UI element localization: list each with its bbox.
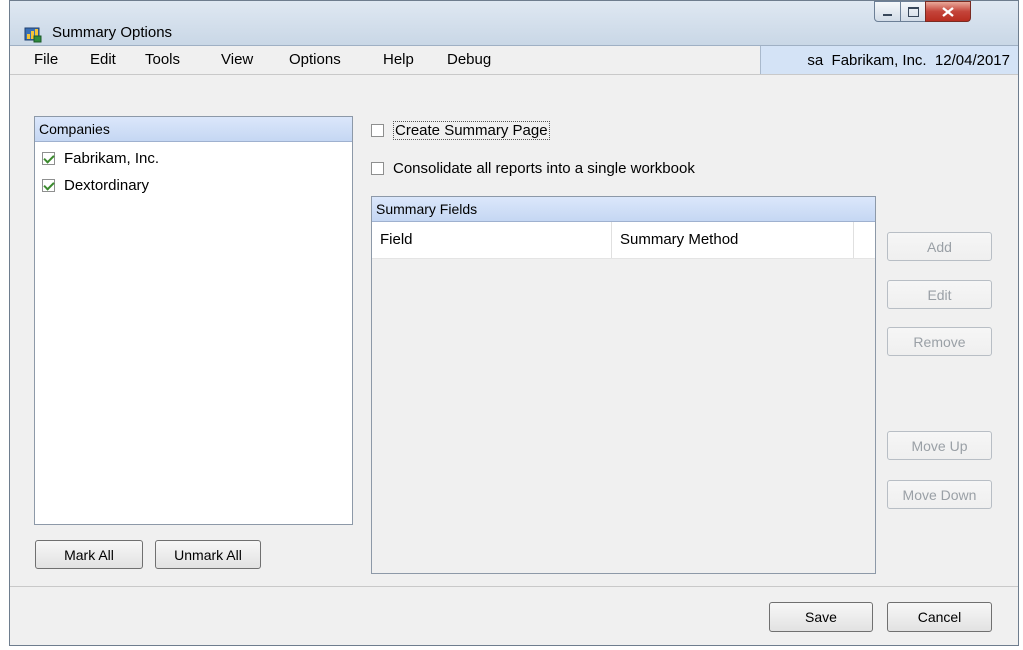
- consolidate-label: Consolidate all reports into a single wo…: [393, 160, 695, 177]
- close-icon: [942, 6, 954, 17]
- menu-help[interactable]: Help: [383, 51, 414, 68]
- create-summary-label: Create Summary Page: [393, 121, 550, 140]
- menu-options[interactable]: Options: [289, 51, 341, 68]
- menu-tools[interactable]: Tools: [145, 51, 180, 68]
- company-item-fabrikam[interactable]: Fabrikam, Inc.: [42, 150, 159, 167]
- move-up-button[interactable]: Move Up: [887, 431, 992, 460]
- menu-view[interactable]: View: [221, 51, 253, 68]
- user-company-date: sa Fabrikam, Inc. 12/04/2017: [760, 46, 1018, 74]
- summary-fields-body[interactable]: [372, 258, 875, 573]
- edit-button[interactable]: Edit: [887, 280, 992, 309]
- add-button[interactable]: Add: [887, 232, 992, 261]
- minimize-icon: [883, 13, 892, 16]
- footer-divider: [10, 586, 1018, 587]
- maximize-button[interactable]: [900, 1, 926, 22]
- menu-debug[interactable]: Debug: [447, 51, 491, 68]
- remove-button[interactable]: Remove: [887, 327, 992, 356]
- minimize-button[interactable]: [874, 1, 901, 22]
- app-icon: [24, 25, 42, 43]
- company-label: Fabrikam, Inc.: [64, 150, 160, 167]
- companies-list: Companies Fabrikam, Inc. Dextordinary: [34, 116, 353, 525]
- consolidate-option[interactable]: Consolidate all reports into a single wo…: [371, 160, 695, 177]
- save-button[interactable]: Save: [769, 602, 873, 632]
- menu-edit[interactable]: Edit: [90, 51, 116, 68]
- summary-fields-header: Summary Fields: [372, 197, 875, 222]
- title-bar: Summary Options: [10, 1, 1018, 46]
- menu-bar: File Edit Tools View Options Help Debug …: [10, 46, 1018, 75]
- summary-fields-table: Summary Fields Field Summary Method: [371, 196, 876, 574]
- menu-file[interactable]: File: [34, 51, 58, 68]
- move-down-button[interactable]: Move Down: [887, 480, 992, 509]
- checkbox-icon[interactable]: [371, 124, 384, 137]
- company-item-dextordinary[interactable]: Dextordinary: [42, 177, 149, 194]
- create-summary-option[interactable]: Create Summary Page: [371, 121, 550, 140]
- summary-options-window: Summary Options File Edit Tools View Opt…: [9, 0, 1019, 646]
- close-button[interactable]: [925, 1, 971, 22]
- checkbox-icon[interactable]: [42, 152, 55, 165]
- cancel-button[interactable]: Cancel: [887, 602, 992, 632]
- column-header-field[interactable]: Field: [372, 222, 612, 258]
- company-label: Dextordinary: [64, 177, 150, 194]
- mark-all-button[interactable]: Mark All: [35, 540, 143, 569]
- window-title: Summary Options: [52, 24, 173, 41]
- checkbox-icon[interactable]: [371, 162, 384, 175]
- unmark-all-button[interactable]: Unmark All: [155, 540, 261, 569]
- checkbox-icon[interactable]: [42, 179, 55, 192]
- column-header-summary-method[interactable]: Summary Method: [612, 222, 854, 258]
- maximize-icon: [907, 6, 919, 17]
- companies-header: Companies: [35, 117, 352, 142]
